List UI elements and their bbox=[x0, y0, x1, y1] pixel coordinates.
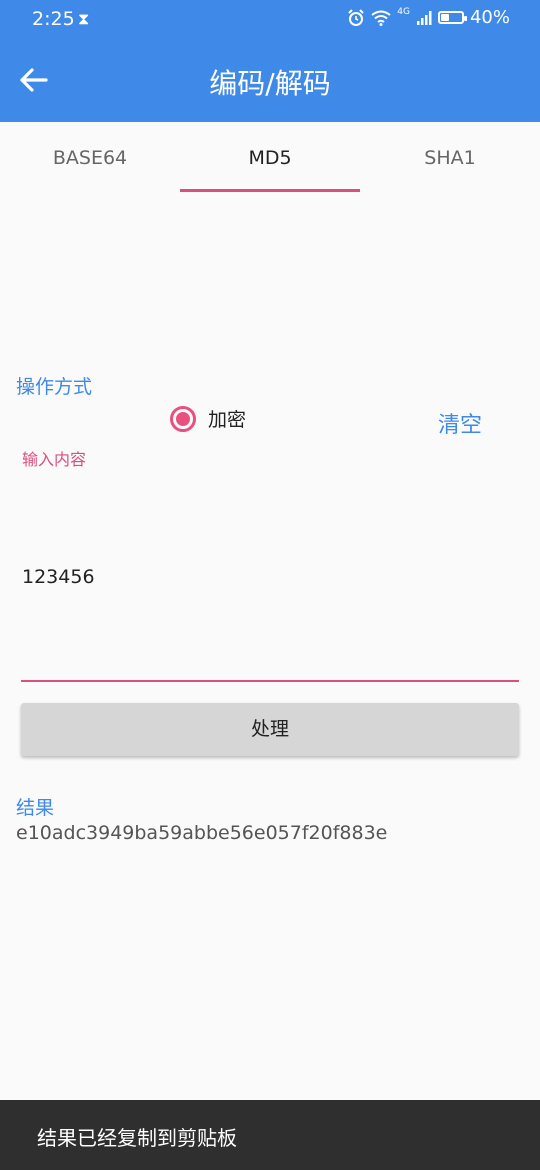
tab-bar: BASE64 MD5 SHA1 bbox=[0, 122, 540, 194]
result-value: e10adc3949ba59abbe56e057f20f883e bbox=[16, 822, 388, 844]
tab-sha1[interactable]: SHA1 bbox=[360, 122, 540, 194]
radio-selected-dot bbox=[176, 411, 190, 426]
result-label: 结果 bbox=[16, 797, 55, 819]
app-bar: 编码/解码 bbox=[0, 38, 540, 122]
tab-indicator bbox=[180, 189, 360, 192]
wifi-icon bbox=[371, 10, 391, 26]
page-title: 编码/解码 bbox=[209, 67, 331, 100]
encrypt-label[interactable]: 加密 bbox=[208, 405, 246, 432]
tab-md5[interactable]: MD5 bbox=[180, 122, 360, 194]
toast: 结果已经复制到剪贴板 bbox=[0, 1100, 540, 1170]
signal-icon bbox=[416, 10, 432, 25]
network-type: 4G bbox=[397, 7, 410, 17]
battery-percent: 40% bbox=[469, 7, 510, 28]
status-bar: 2:25 ⧗ 4G 40% bbox=[0, 0, 540, 38]
operation-label: 操作方式 bbox=[16, 376, 93, 398]
battery-fill bbox=[440, 14, 449, 21]
content-input[interactable]: 123456 bbox=[22, 566, 95, 588]
alarm-icon bbox=[348, 8, 364, 26]
encrypt-radio[interactable]: 加密 bbox=[170, 405, 246, 432]
hourglass-icon: ⧗ bbox=[78, 9, 90, 28]
radio-button-icon[interactable] bbox=[170, 405, 196, 432]
input-underline bbox=[21, 680, 519, 682]
input-hint: 输入内容 bbox=[22, 450, 87, 469]
process-button[interactable]: 处理 bbox=[21, 703, 519, 756]
toast-text: 结果已经复制到剪贴板 bbox=[37, 1126, 237, 1150]
battery-icon bbox=[437, 11, 467, 24]
status-time: 2:25 bbox=[32, 8, 75, 30]
tab-base64[interactable]: BASE64 bbox=[0, 122, 180, 194]
clear-button[interactable]: 清空 bbox=[438, 407, 482, 439]
status-icons: 4G 40% bbox=[347, 7, 510, 28]
